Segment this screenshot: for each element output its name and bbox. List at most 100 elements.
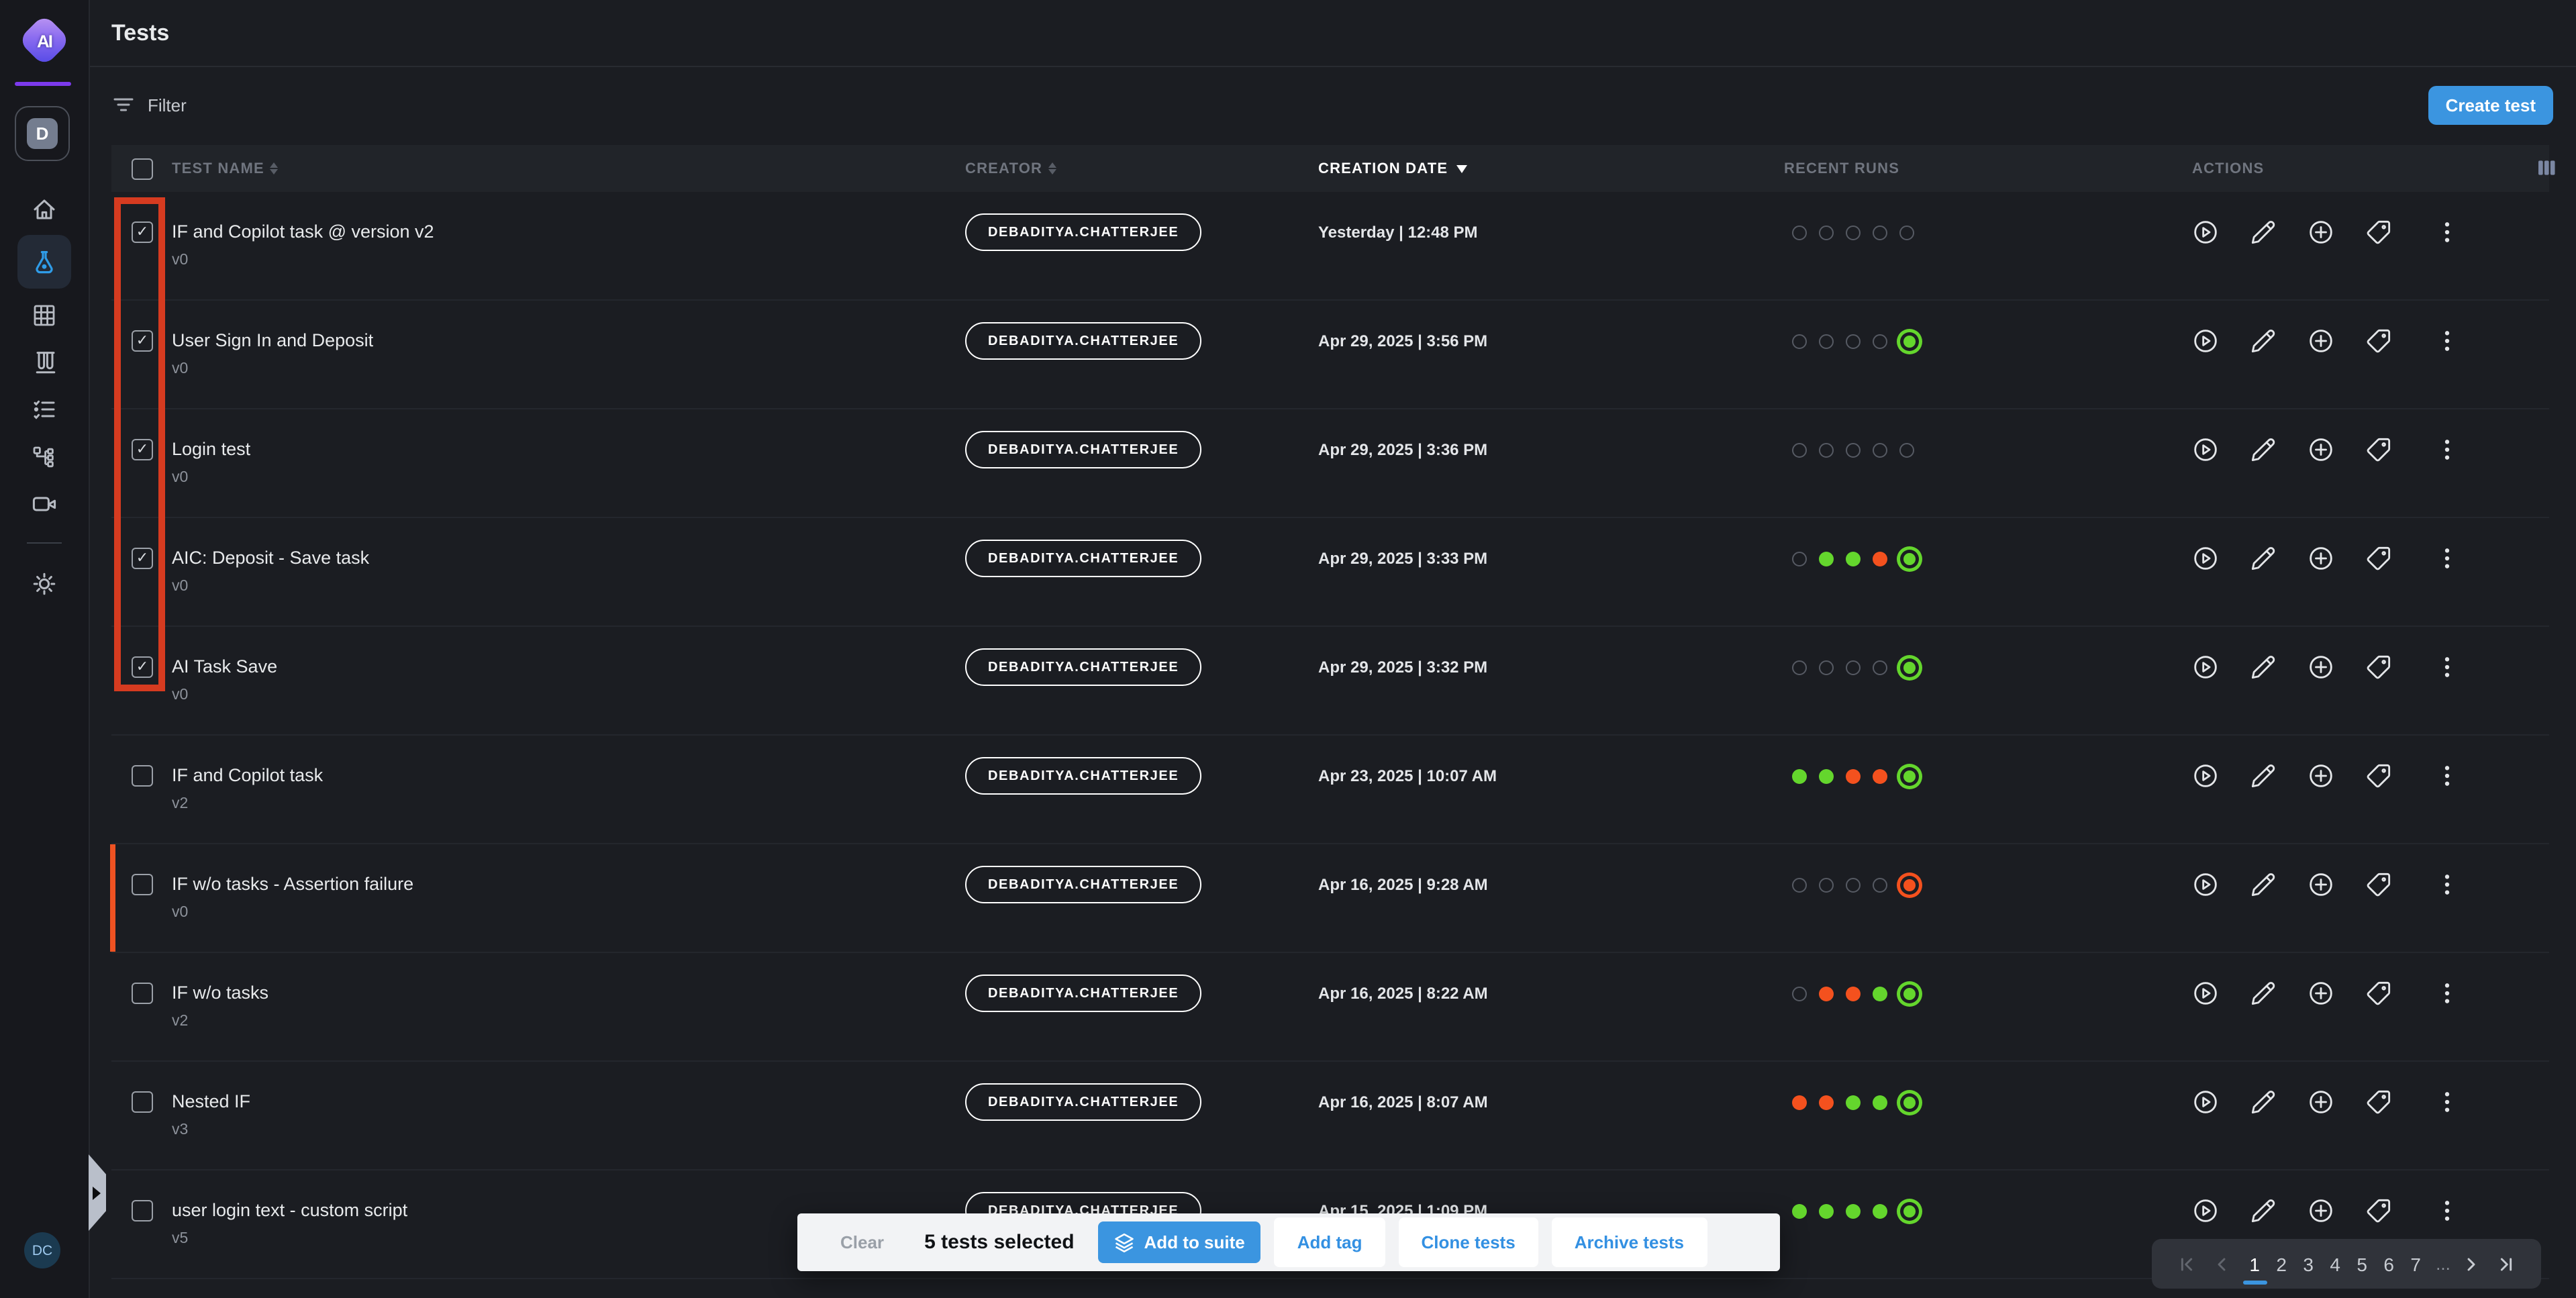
add-to-suite-row-button[interactable] — [2308, 436, 2334, 463]
add-to-suite-row-button[interactable] — [2308, 1197, 2334, 1224]
kebab-menu-icon[interactable] — [2434, 328, 2461, 354]
run-test-button[interactable] — [2192, 436, 2219, 463]
run-test-button[interactable] — [2192, 871, 2219, 898]
kebab-menu-icon[interactable] — [2434, 545, 2461, 572]
page-number-5[interactable]: 5 — [2348, 1244, 2375, 1284]
tag-row-button[interactable] — [2365, 545, 2392, 572]
test-name[interactable]: IF and Copilot task @ version v2 — [172, 221, 434, 242]
test-name[interactable]: Login test — [172, 439, 250, 459]
add-to-suite-row-button[interactable] — [2308, 545, 2334, 572]
next-page-button[interactable] — [2457, 1246, 2487, 1281]
add-to-suite-button[interactable]: Add to suite — [1099, 1221, 1261, 1263]
test-name[interactable]: AIC: Deposit - Save task — [172, 548, 369, 568]
test-name[interactable]: AI Task Save — [172, 656, 277, 677]
sidebar-item-recordings[interactable] — [19, 479, 70, 526]
row-checkbox[interactable] — [132, 765, 153, 787]
test-name[interactable]: Nested IF — [172, 1091, 250, 1111]
row-checkbox[interactable] — [132, 221, 153, 243]
edit-test-button[interactable] — [2250, 871, 2277, 898]
first-page-button[interactable] — [2171, 1246, 2201, 1281]
test-name[interactable]: IF w/o tasks — [172, 983, 268, 1003]
add-to-suite-row-button[interactable] — [2308, 1089, 2334, 1115]
add-tag-button[interactable]: Add tag — [1275, 1217, 1385, 1267]
previous-page-button[interactable] — [2206, 1246, 2236, 1281]
filter-button[interactable]: Filter — [111, 87, 187, 122]
column-header-creator[interactable]: CREATOR — [965, 160, 1318, 177]
last-page-button[interactable] — [2492, 1246, 2522, 1281]
edit-test-button[interactable] — [2250, 762, 2277, 789]
sidebar-item-runs-list[interactable] — [19, 385, 70, 432]
edit-test-button[interactable] — [2250, 545, 2277, 572]
tag-row-button[interactable] — [2365, 328, 2392, 354]
test-name[interactable]: IF and Copilot task — [172, 765, 323, 785]
add-to-suite-row-button[interactable] — [2308, 219, 2334, 246]
page-number-7[interactable]: 7 — [2402, 1244, 2429, 1284]
clear-selection-button[interactable]: Clear — [832, 1231, 892, 1254]
tag-row-button[interactable] — [2365, 436, 2392, 463]
add-to-suite-row-button[interactable] — [2308, 654, 2334, 681]
workspace-switcher[interactable]: D — [15, 106, 70, 161]
test-name[interactable]: IF w/o tasks - Assertion failure — [172, 874, 413, 894]
edit-test-button[interactable] — [2250, 1197, 2277, 1224]
tag-row-button[interactable] — [2365, 762, 2392, 789]
tag-row-button[interactable] — [2365, 1089, 2392, 1115]
kebab-menu-icon[interactable] — [2434, 762, 2461, 789]
sidebar-item-data-tables[interactable] — [19, 291, 70, 338]
run-test-button[interactable] — [2192, 654, 2219, 681]
tag-row-button[interactable] — [2365, 1197, 2392, 1224]
edit-test-button[interactable] — [2250, 654, 2277, 681]
page-number-6[interactable]: 6 — [2375, 1244, 2402, 1284]
row-checkbox[interactable] — [132, 439, 153, 460]
column-header-test-name[interactable]: TEST NAME — [172, 160, 965, 177]
edit-test-button[interactable] — [2250, 1089, 2277, 1115]
run-test-button[interactable] — [2192, 980, 2219, 1007]
edit-test-button[interactable] — [2250, 436, 2277, 463]
row-checkbox[interactable] — [132, 1091, 153, 1113]
kebab-menu-icon[interactable] — [2434, 871, 2461, 898]
kebab-menu-icon[interactable] — [2434, 1089, 2461, 1115]
add-to-suite-row-button[interactable] — [2308, 871, 2334, 898]
tag-row-button[interactable] — [2365, 219, 2392, 246]
clone-tests-button[interactable]: Clone tests — [1399, 1217, 1538, 1267]
edit-test-button[interactable] — [2250, 219, 2277, 246]
tag-row-button[interactable] — [2365, 654, 2392, 681]
column-settings-icon[interactable] — [2536, 157, 2557, 179]
page-number-2[interactable]: 2 — [2268, 1244, 2295, 1284]
user-avatar[interactable]: DC — [24, 1232, 60, 1268]
run-test-button[interactable] — [2192, 219, 2219, 246]
kebab-menu-icon[interactable] — [2434, 436, 2461, 463]
run-test-button[interactable] — [2192, 328, 2219, 354]
edit-test-button[interactable] — [2250, 980, 2277, 1007]
page-number-3[interactable]: 3 — [2295, 1244, 2322, 1284]
run-test-button[interactable] — [2192, 1197, 2219, 1224]
row-checkbox[interactable] — [132, 983, 153, 1004]
row-checkbox[interactable] — [132, 330, 153, 352]
run-test-button[interactable] — [2192, 1089, 2219, 1115]
edit-test-button[interactable] — [2250, 328, 2277, 354]
tag-row-button[interactable] — [2365, 980, 2392, 1007]
row-checkbox[interactable] — [132, 656, 153, 678]
sidebar-item-tests[interactable] — [17, 235, 71, 289]
run-test-button[interactable] — [2192, 545, 2219, 572]
page-number-4[interactable]: 4 — [2322, 1244, 2348, 1284]
add-to-suite-row-button[interactable] — [2308, 328, 2334, 354]
column-header-creation-date[interactable]: CREATION DATE — [1318, 160, 1784, 177]
row-checkbox[interactable] — [132, 874, 153, 895]
test-name[interactable]: User Sign In and Deposit — [172, 330, 373, 350]
archive-tests-button[interactable]: Archive tests — [1552, 1217, 1707, 1267]
create-test-button[interactable]: Create test — [2428, 86, 2553, 125]
kebab-menu-icon[interactable] — [2434, 980, 2461, 1007]
row-checkbox[interactable] — [132, 1200, 153, 1221]
sidebar-expand-handle[interactable] — [89, 1154, 106, 1231]
kebab-menu-icon[interactable] — [2434, 219, 2461, 246]
row-checkbox[interactable] — [132, 548, 153, 569]
sidebar-item-home[interactable] — [19, 185, 70, 232]
sidebar-item-test-suites[interactable] — [19, 338, 70, 385]
run-test-button[interactable] — [2192, 762, 2219, 789]
sidebar-item-settings[interactable] — [19, 560, 70, 607]
select-all-checkbox[interactable] — [132, 158, 153, 179]
add-to-suite-row-button[interactable] — [2308, 980, 2334, 1007]
add-to-suite-row-button[interactable] — [2308, 762, 2334, 789]
kebab-menu-icon[interactable] — [2434, 1197, 2461, 1224]
test-name[interactable]: user login text - custom script — [172, 1200, 407, 1220]
